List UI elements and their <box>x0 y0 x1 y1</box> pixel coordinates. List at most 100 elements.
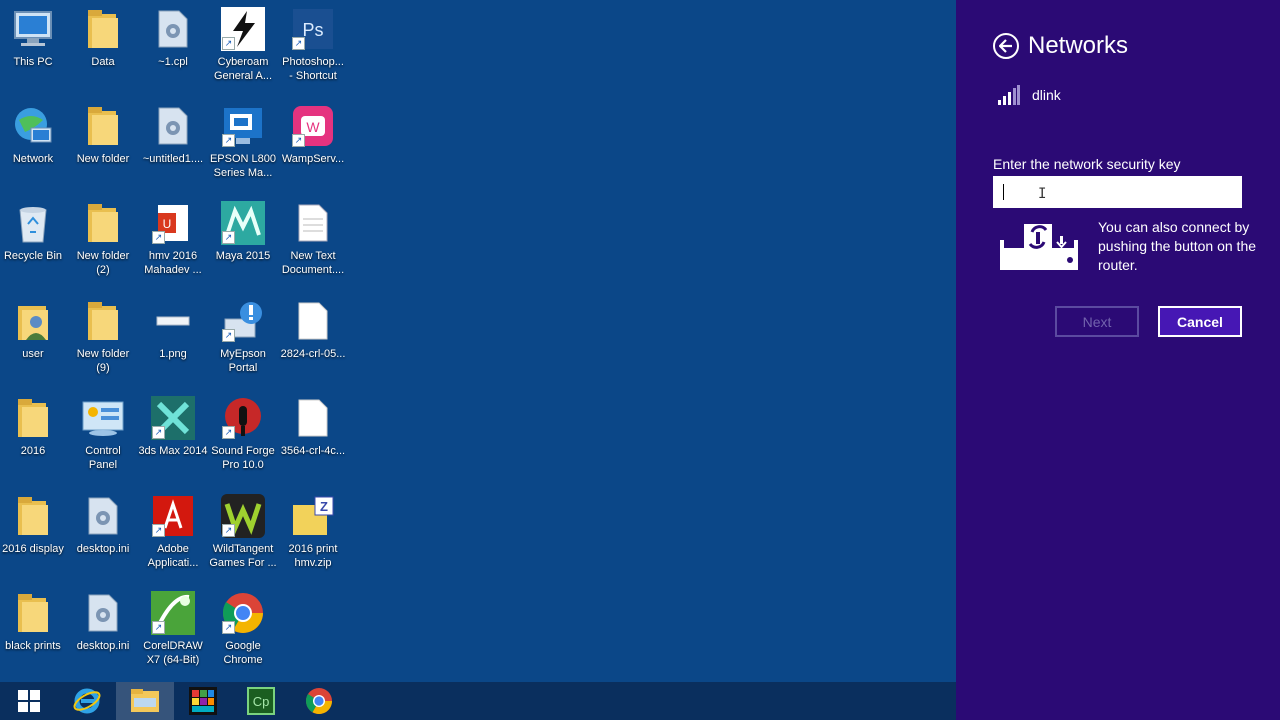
desktop-icon[interactable]: ~1.cpl <box>138 6 208 69</box>
desktop-icon[interactable]: 2016 display <box>0 493 68 556</box>
captivate-icon: Cp <box>247 687 275 715</box>
network-item[interactable]: dlink <box>998 85 1061 105</box>
desktop-icon[interactable]: user <box>0 298 68 361</box>
desktop-icon[interactable]: black prints <box>0 590 68 653</box>
desktop-icon[interactable]: Recycle Bin <box>0 200 68 263</box>
desktop-icon-label: New folder <box>76 153 130 165</box>
desktop-icon[interactable]: New Text Document.... <box>278 200 348 277</box>
desktop-icon[interactable]: ↗ EPSON L800 Series Ma... <box>208 103 278 180</box>
taskbar-internet-explorer[interactable] <box>58 682 116 720</box>
desktop-icon-label: WampServ... <box>281 153 345 165</box>
desktop-icon-label: ~1.cpl <box>158 56 188 68</box>
chrome-icon: ↗ <box>220 590 266 636</box>
desktop-icon[interactable]: desktop.ini <box>68 590 138 653</box>
desktop-icon[interactable]: ↗ MyEpson Portal <box>208 298 278 375</box>
desktop-icon-label: EPSON L800 Series Ma... <box>209 153 277 179</box>
desktop-icon-label: black prints <box>5 640 61 652</box>
desktop-icon-label: Control Panel <box>85 445 121 471</box>
taskbar-media-app[interactable] <box>174 682 232 720</box>
desktop-icon-label: 3564-crl-4c... <box>280 445 346 457</box>
desktop-icon[interactable]: ↗ Cyberoam General A... <box>208 6 278 83</box>
desktop-icon[interactable]: desktop.ini <box>68 493 138 556</box>
settings-file-icon <box>150 103 196 149</box>
desktop-icon[interactable]: This PC <box>0 6 68 69</box>
computer-icon <box>10 6 56 52</box>
desktop-icon[interactable]: New folder <box>68 103 138 166</box>
desktop-icon[interactable]: Control Panel <box>68 395 138 472</box>
desktop-icon-label: Maya 2015 <box>215 250 271 262</box>
desktop-icon[interactable]: ↗ Sound Forge Pro 10.0 <box>208 395 278 472</box>
desktop-icon-label: New folder (9) <box>76 348 130 374</box>
security-key-input[interactable] <box>993 176 1242 208</box>
desktop-icon-label: This PC <box>13 56 53 68</box>
desktop-icon[interactable]: 2824-crl-05... <box>278 298 348 361</box>
security-key-label: Enter the network security key <box>993 156 1181 172</box>
taskbar-file-explorer[interactable] <box>116 682 174 720</box>
desktop-icon[interactable]: ↗ Google Chrome <box>208 590 278 667</box>
desktop-icon-label: hmv 2016 Mahadev ... <box>144 250 202 276</box>
desktop-icon[interactable]: New folder (9) <box>68 298 138 375</box>
start-button[interactable] <box>0 682 58 720</box>
photoshop-icon: Ps ↗ <box>290 6 336 52</box>
desktop-icon-label: Sound Forge Pro 10.0 <box>211 445 275 471</box>
desktop-icon-label: 2016 display <box>2 543 64 555</box>
desktop-icon[interactable]: 3564-crl-4c... <box>278 395 348 458</box>
desktop-icon[interactable]: ↗ WildTangent Games For ... <box>208 493 278 570</box>
shortcut-arrow-icon: ↗ <box>222 621 235 634</box>
desktop-icon[interactable]: ↗ Maya 2015 <box>208 200 278 263</box>
shortcut-arrow-icon: ↗ <box>152 426 165 439</box>
desktop-icon-label: 3ds Max 2014 <box>138 445 208 457</box>
wifi-signal-icon <box>998 85 1020 105</box>
desktop-icon-label: desktop.ini <box>76 543 130 555</box>
3dsmax-icon: ↗ <box>150 395 196 441</box>
next-button[interactable]: Next <box>1055 306 1139 337</box>
folder-icon <box>80 200 126 246</box>
desktop-icon[interactable]: Network <box>0 103 68 166</box>
desktop-icon-label: ~untitled1.... <box>142 153 204 165</box>
shortcut-arrow-icon: ↗ <box>222 134 235 147</box>
shortcut-arrow-icon: ↗ <box>152 621 165 634</box>
desktop-icon[interactable]: U ↗ hmv 2016 Mahadev ... <box>138 200 208 277</box>
taskbar: Cp <box>0 682 956 720</box>
desktop-icon[interactable]: 1.png <box>138 298 208 361</box>
shortcut-arrow-icon: ↗ <box>292 134 305 147</box>
desktop-icon[interactable]: New folder (2) <box>68 200 138 277</box>
shortcut-arrow-icon: ↗ <box>222 329 235 342</box>
desktop-icon[interactable]: ↗ CorelDRAW X7 (64-Bit) <box>138 590 208 667</box>
desktop-icon-label: 2824-crl-05... <box>280 348 346 360</box>
desktop-icon[interactable]: ~untitled1.... <box>138 103 208 166</box>
router-wps-icon <box>1000 224 1078 270</box>
desktop-icon-label: user <box>22 348 44 360</box>
svg-text:Cp: Cp <box>253 694 270 709</box>
shortcut-arrow-icon: ↗ <box>222 37 235 50</box>
desktop-icon[interactable]: 2016 <box>0 395 68 458</box>
desktop-icon[interactable]: ↗ 3ds Max 2014 <box>138 395 208 458</box>
network-name: dlink <box>1032 87 1061 103</box>
desktop-icon-label: Network <box>12 153 54 165</box>
taskbar-chrome[interactable] <box>290 682 348 720</box>
desktop: This PC Data ~1.cpl ↗ Cyberoam General A... P… <box>0 0 956 682</box>
wildtangent-icon: ↗ <box>220 493 266 539</box>
desktop-icon[interactable]: Ps ↗ Photoshop... - Shortcut <box>278 6 348 83</box>
back-arrow-icon[interactable] <box>993 33 1019 59</box>
desktop-icon-label: Adobe Applicati... <box>147 543 199 569</box>
desktop-icon-label: CorelDRAW X7 (64-Bit) <box>143 640 203 666</box>
recycle-bin-icon <box>10 200 56 246</box>
cancel-button[interactable]: Cancel <box>1158 306 1242 337</box>
desktop-icon[interactable]: W ↗ WampServ... <box>278 103 348 166</box>
file-explorer-icon <box>131 689 159 712</box>
desktop-icon-label: MyEpson Portal <box>220 348 266 374</box>
internet-explorer-icon <box>73 688 101 714</box>
wampserver-icon: W ↗ <box>290 103 336 149</box>
desktop-icon[interactable]: ↗ Adobe Applicati... <box>138 493 208 570</box>
desktop-icon-label: New Text Document.... <box>281 250 345 276</box>
pdf-icon: U ↗ <box>150 200 196 246</box>
taskbar-captivate[interactable]: Cp <box>232 682 290 720</box>
folder-icon <box>80 6 126 52</box>
desktop-icon[interactable]: Data <box>68 6 138 69</box>
desktop-icon-label: Google Chrome <box>223 640 263 666</box>
desktop-icon-label: Data <box>91 56 115 68</box>
desktop-icon-label: New folder (2) <box>76 250 130 276</box>
desktop-icon[interactable]: Z 2016 print hmv.zip <box>278 493 348 570</box>
shortcut-arrow-icon: ↗ <box>152 231 165 244</box>
